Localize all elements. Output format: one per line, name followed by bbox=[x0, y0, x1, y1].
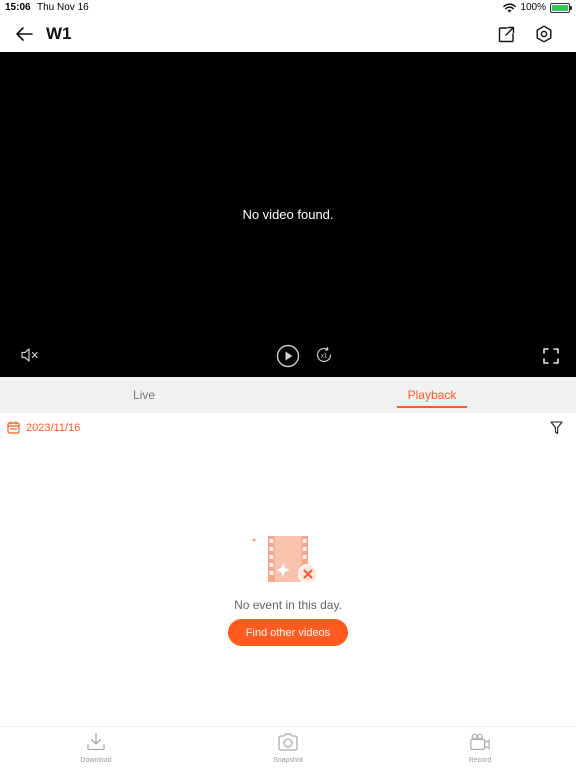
no-event-film-icon bbox=[252, 536, 318, 584]
record-button[interactable]: Record bbox=[440, 731, 520, 764]
status-date: Thu Nov 16 bbox=[37, 2, 89, 13]
status-bar: 15:06 Thu Nov 16 100% bbox=[0, 0, 576, 16]
gear-icon bbox=[536, 25, 552, 43]
calendar-icon bbox=[7, 421, 20, 434]
record-label: Record bbox=[468, 757, 492, 764]
speed-label: x1 bbox=[321, 354, 328, 360]
page-title: W1 bbox=[46, 24, 72, 43]
speed-x1-icon: x1 bbox=[316, 346, 332, 363]
download-label: Download bbox=[80, 757, 112, 764]
speaker-muted-icon bbox=[21, 348, 38, 362]
battery-icon bbox=[550, 2, 572, 13]
video-camera-icon bbox=[469, 731, 491, 753]
playback-panel: 2023/11/16 No event in this day. Find ot… bbox=[0, 413, 576, 726]
battery-percent: 100% bbox=[520, 2, 546, 13]
status-right: 100% bbox=[503, 2, 572, 13]
nav-bar: W1 bbox=[0, 16, 576, 52]
empty-state-message: No event in this day. bbox=[234, 598, 342, 612]
fullscreen-icon bbox=[543, 348, 559, 364]
camera-icon bbox=[277, 731, 299, 753]
view-tabs: Live Playback bbox=[0, 377, 576, 413]
bottom-toolbar: Download Snapshot Record bbox=[0, 726, 576, 768]
no-video-message: No video found. bbox=[242, 207, 334, 222]
active-tab-indicator bbox=[397, 406, 467, 408]
status-time: 15:06 bbox=[5, 2, 31, 13]
snapshot-button[interactable]: Snapshot bbox=[248, 731, 328, 764]
download-icon bbox=[85, 731, 107, 753]
settings-button[interactable] bbox=[532, 22, 556, 46]
arrow-left-icon bbox=[16, 27, 33, 41]
video-player[interactable]: No video found. x1 bbox=[0, 52, 576, 377]
snapshot-label: Snapshot bbox=[273, 757, 303, 764]
share-external-icon bbox=[498, 26, 514, 42]
battery-level bbox=[552, 4, 568, 11]
find-other-videos-button[interactable]: Find other videos bbox=[228, 619, 348, 646]
fullscreen-button[interactable] bbox=[540, 345, 562, 367]
speed-button[interactable]: x1 bbox=[314, 345, 334, 365]
download-button[interactable]: Download bbox=[56, 731, 136, 764]
mute-button[interactable] bbox=[18, 344, 42, 366]
date-picker[interactable]: 2023/11/16 bbox=[7, 421, 80, 434]
filter-button[interactable] bbox=[549, 420, 563, 435]
play-circle-icon bbox=[276, 344, 300, 368]
share-button[interactable] bbox=[494, 22, 518, 46]
filter-icon bbox=[549, 420, 563, 434]
selected-date: 2023/11/16 bbox=[26, 421, 81, 434]
wifi-icon bbox=[503, 3, 517, 12]
tab-live[interactable]: Live bbox=[0, 377, 288, 413]
back-button[interactable] bbox=[12, 22, 36, 46]
play-button[interactable] bbox=[276, 344, 300, 368]
